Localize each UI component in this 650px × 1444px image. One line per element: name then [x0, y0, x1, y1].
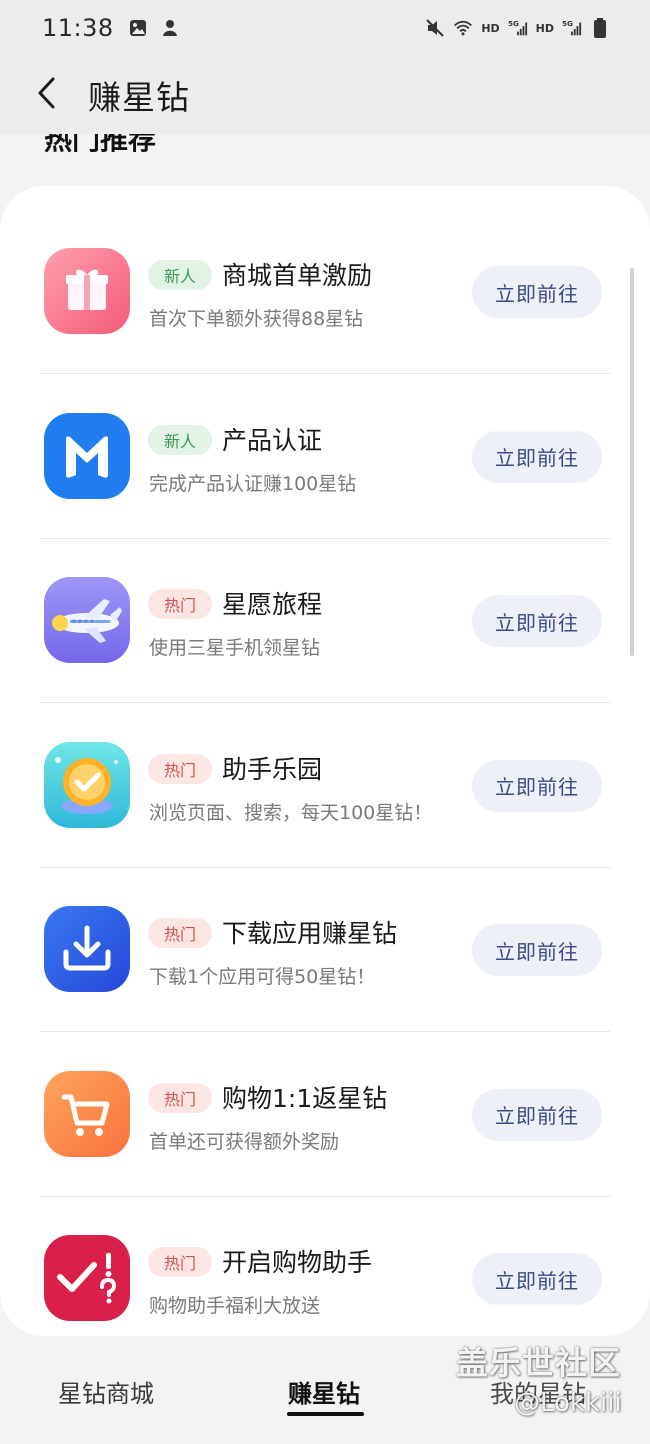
task-item: 热门 购物1:1返星钻首单还可获得额外奖励 立即前往: [0, 1033, 650, 1197]
task-title: 产品认证: [222, 425, 323, 455]
scrollbar[interactable]: [630, 268, 634, 656]
hot-badge: 热门: [148, 1082, 213, 1113]
task-item: 新人 产品认证完成产品认证赚100星钻 立即前往: [0, 375, 650, 539]
hot-badge: 热门: [148, 589, 213, 619]
new-user-badge: 新人: [148, 260, 213, 290]
task-description: 下载1个应用可得50星钻！: [149, 966, 376, 988]
gift-icon[interactable]: [44, 248, 130, 334]
task-description: 购物助手福利大放送: [149, 1295, 321, 1317]
hd-label: HD: [481, 21, 500, 35]
active-tab-indicator: [287, 1412, 364, 1416]
watermark-user: @Lokkiii: [514, 1388, 622, 1418]
back-arrow-icon: [35, 76, 59, 114]
page-title: 赚星钻: [88, 78, 190, 117]
task-list-card: 新人 商城首单激励 首次下单额外获得88星钻 立即前往 新人 产品认证 完成产品认证赚100…: [0, 186, 650, 1336]
task-description: 使用三星手机领星钻: [149, 637, 321, 659]
notification-icon: [160, 18, 180, 38]
task-description: 完成产品认证赚100星钻: [149, 472, 357, 495]
hot-badge: 热门: [148, 918, 213, 948]
new-user-badge: 新人: [148, 424, 213, 455]
go-now-button[interactable]: 立即前往: [472, 759, 602, 812]
hot-badge: 热门: [148, 753, 213, 784]
go-now-button[interactable]: 立即前往: [472, 924, 602, 976]
tab-star-diamond-store[interactable]: 星钻商城: [58, 1374, 154, 1409]
signal-5g-icon: 5G: [508, 18, 528, 38]
download-icon[interactable]: [44, 906, 130, 992]
go-now-button[interactable]: 立即前往: [472, 595, 602, 647]
task-title: 商城首单激励: [222, 261, 373, 290]
m-logo-icon[interactable]: [44, 412, 130, 499]
go-now-button[interactable]: 立即前往: [472, 1253, 602, 1305]
go-now-button[interactable]: 立即前往: [472, 266, 602, 318]
hd-label: HD: [535, 21, 554, 35]
status-time: 11:38: [42, 14, 114, 42]
task-title: 购物1:1返星钻: [222, 1083, 388, 1113]
shopping-cart-icon[interactable]: [44, 1070, 130, 1157]
back-button[interactable]: [22, 70, 72, 120]
hot-badge: 热门: [148, 1247, 213, 1277]
task-title: 助手乐园: [222, 754, 323, 784]
battery-icon: [590, 18, 610, 38]
tab-earn-diamonds[interactable]: 赚星钻: [288, 1374, 360, 1409]
task-description: 首单还可获得额外奖励: [149, 1130, 340, 1153]
task-item: 热门 开启购物助手购物助手福利大放送 立即前往: [0, 1197, 650, 1361]
svg-text:5G: 5G: [562, 19, 573, 28]
app-header: 赚星钻: [0, 56, 650, 134]
wifi-icon: [453, 18, 473, 38]
task-title: 星愿旅程: [222, 590, 323, 619]
go-now-button[interactable]: 立即前往: [472, 430, 602, 483]
go-now-button[interactable]: 立即前往: [472, 1088, 602, 1141]
status-bar: 11:38 HD 5G HD 5G: [0, 0, 650, 56]
check-question-icon[interactable]: [44, 1235, 130, 1321]
status-right-icons: HD 5G HD 5G: [425, 18, 610, 38]
svg-text:5G: 5G: [508, 19, 519, 28]
checkmark-coin-icon[interactable]: [44, 741, 130, 828]
task-item: 热门 星愿旅程使用三星手机领星钻 立即前往: [0, 539, 650, 703]
task-item: 新人 商城首单激励首次下单额外获得88星钻 立即前往: [0, 210, 650, 374]
task-item: 热门 下载应用赚星钻下载1个应用可得50星钻！ 立即前往: [0, 868, 650, 1032]
signal-5g-icon: 5G: [562, 18, 582, 38]
gallery-icon: [128, 18, 148, 38]
task-description: 浏览页面、搜索，每天100星钻！: [149, 801, 433, 824]
task-description: 首次下单额外获得88星钻: [149, 308, 364, 330]
task-title: 下载应用赚星钻: [222, 919, 398, 948]
task-title: 开启购物助手: [222, 1248, 373, 1277]
mute-icon: [425, 18, 445, 38]
watermark-community: 盖乐世社区: [456, 1344, 622, 1382]
status-left-icons: [128, 18, 180, 38]
airplane-icon[interactable]: [44, 577, 130, 663]
task-item: 热门 助手乐园浏览页面、搜索，每天100星钻！ 立即前往: [0, 704, 650, 868]
